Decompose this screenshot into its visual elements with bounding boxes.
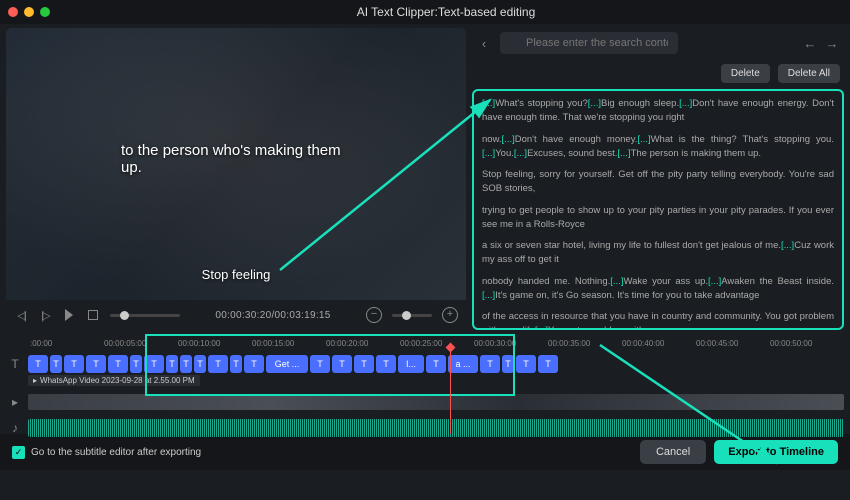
video-track[interactable]: ▸ WhatsApp Video 2023-09-28 at 2.55.00 P… — [28, 390, 844, 414]
audio-track-icon: ♪ — [6, 421, 24, 435]
ruler-tick: 00:00:30:00 — [474, 339, 548, 348]
text-clip[interactable]: T — [376, 355, 396, 373]
transcript-line[interactable]: of the access in resource that you have … — [482, 310, 834, 330]
ruler-tick: 00:00:50:00 — [770, 339, 844, 348]
text-clip[interactable]: a ... — [448, 355, 478, 373]
transcript-line[interactable]: a six or seven star hotel, living my lif… — [482, 239, 834, 268]
minimize-window-icon[interactable] — [24, 7, 34, 17]
text-clip[interactable]: T — [208, 355, 228, 373]
checkbox-label: Go to the subtitle editor after exportin… — [31, 447, 201, 458]
timecode-display: 00:00:30:20/00:03:19:15 — [190, 310, 356, 321]
ruler-tick: 00:00:45:00 — [696, 339, 770, 348]
ruler-tick: 00:00:15:00 — [252, 339, 326, 348]
transcript-panel[interactable]: [...]What's stopping you?[...]Big enough… — [472, 89, 844, 330]
ruler-tick: 00:00:40:00 — [622, 339, 696, 348]
text-track[interactable]: TTTTTTTTTTTTTGet ...TTTTI...Ta ...TTTT — [28, 352, 844, 376]
cancel-button[interactable]: Cancel — [640, 440, 706, 464]
video-track-icon: ▸ — [6, 395, 24, 409]
close-window-icon[interactable] — [8, 7, 18, 17]
media-clip[interactable] — [28, 394, 844, 410]
zoom-in-button[interactable]: + — [442, 307, 458, 323]
text-clip[interactable]: T — [108, 355, 128, 373]
text-clip[interactable]: T — [516, 355, 536, 373]
title-bar: AI Text Clipper:Text-based editing — [0, 0, 850, 24]
text-clip[interactable]: T — [332, 355, 352, 373]
zoom-slider[interactable] — [392, 314, 432, 317]
text-clip[interactable]: T — [180, 355, 192, 373]
subtitle-editor-checkbox[interactable]: ✓ Go to the subtitle editor after export… — [12, 446, 632, 459]
text-clip[interactable]: T — [50, 355, 62, 373]
text-clip[interactable]: T — [426, 355, 446, 373]
subtitle-overlay: to the person who's making them up. — [121, 142, 351, 176]
text-clip[interactable]: T — [194, 355, 206, 373]
ruler-tick: 00:00:25:00 — [400, 339, 474, 348]
text-clip[interactable]: T — [230, 355, 242, 373]
maximize-window-icon[interactable] — [40, 7, 50, 17]
stop-button[interactable] — [86, 308, 100, 322]
transcript-line[interactable]: Stop feeling, sorry for yourself. Get of… — [482, 168, 834, 197]
transcript-line[interactable]: nobody handed me. Nothing.[...]Wake your… — [482, 275, 834, 304]
play-button[interactable] — [62, 308, 76, 322]
delete-all-button[interactable]: Delete All — [778, 64, 840, 83]
ruler-tick: 00:00:05:00 — [104, 339, 178, 348]
check-icon: ✓ — [12, 446, 25, 459]
text-clip[interactable]: T — [28, 355, 48, 373]
media-clip-label: ▸ WhatsApp Video 2023-09-28 at 2.55.00 P… — [28, 375, 200, 386]
volume-slider[interactable] — [110, 314, 180, 317]
text-clip[interactable]: T — [166, 355, 178, 373]
ruler-tick: 00:00:10:00 — [178, 339, 252, 348]
text-clip[interactable]: T — [64, 355, 84, 373]
text-clip[interactable]: I... — [398, 355, 424, 373]
subtitle-overlay-secondary: Stop feeling — [202, 267, 271, 282]
timeline[interactable]: :00:0000:00:05:0000:00:10:0000:00:15:000… — [0, 334, 850, 434]
prev-frame-button[interactable]: ◁| — [14, 308, 28, 322]
search-input[interactable] — [500, 32, 678, 54]
next-frame-button[interactable]: |▷ — [38, 308, 52, 322]
back-button[interactable]: ‹ — [476, 36, 492, 51]
ruler-tick: 00:00:20:00 — [326, 339, 400, 348]
text-clip[interactable]: T — [130, 355, 142, 373]
audio-track[interactable] — [28, 416, 844, 440]
text-clip[interactable]: T — [86, 355, 106, 373]
text-clip[interactable]: T — [144, 355, 164, 373]
text-clip[interactable]: T — [502, 355, 514, 373]
text-clip[interactable]: T — [310, 355, 330, 373]
video-preview[interactable]: to the person who's making them up. Stop… — [6, 28, 466, 300]
text-clip[interactable]: T — [244, 355, 264, 373]
transcript-line[interactable]: [...]What's stopping you?[...]Big enough… — [482, 97, 834, 126]
search-next-button[interactable]: → — [824, 36, 840, 51]
text-clip[interactable]: Get ... — [266, 355, 308, 373]
playhead[interactable] — [450, 348, 451, 434]
text-clip[interactable]: T — [538, 355, 558, 373]
text-clip[interactable]: T — [480, 355, 500, 373]
time-ruler[interactable]: :00:0000:00:05:0000:00:10:0000:00:15:000… — [6, 336, 844, 350]
ruler-tick: :00:00 — [30, 339, 104, 348]
transcript-line[interactable]: trying to get people to show up to your … — [482, 204, 834, 233]
playback-controls: ◁| |▷ 00:00:30:20/00:03:19:15 − + — [6, 300, 466, 330]
text-clip[interactable]: T — [354, 355, 374, 373]
transcript-line[interactable]: now.[...]Don't have enough money.[...]Wh… — [482, 133, 834, 162]
window-title: AI Text Clipper:Text-based editing — [50, 5, 842, 19]
search-prev-button[interactable]: ← — [802, 36, 818, 51]
export-button[interactable]: Export to Timeline — [714, 440, 838, 464]
text-track-icon: T — [6, 357, 24, 371]
zoom-out-button[interactable]: − — [366, 307, 382, 323]
ruler-tick: 00:00:35:00 — [548, 339, 622, 348]
audio-waveform[interactable] — [28, 419, 844, 437]
delete-button[interactable]: Delete — [721, 64, 770, 83]
